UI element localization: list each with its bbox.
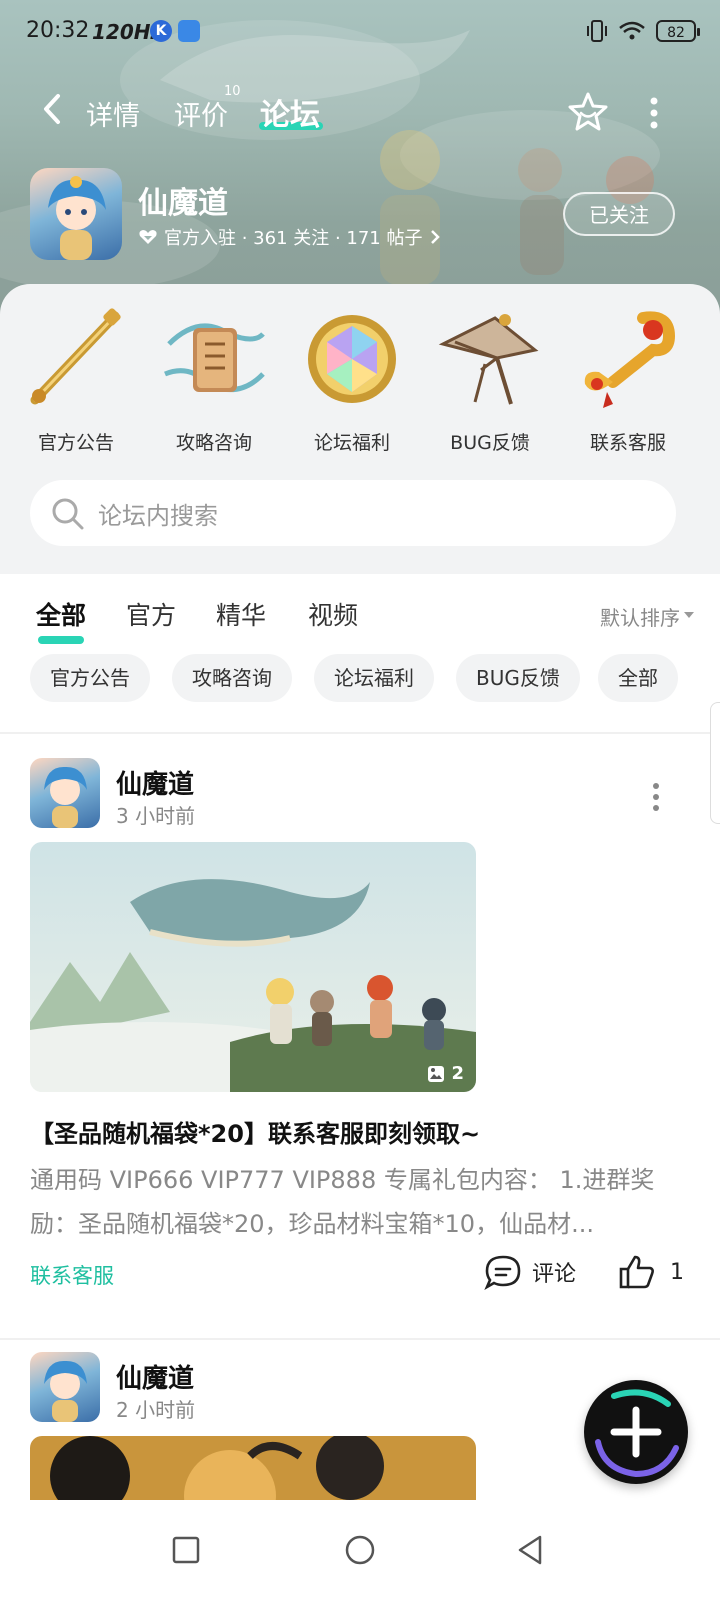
chip-official-announcement[interactable]: 官方公告 (30, 654, 150, 702)
post-card[interactable]: 仙魔道 3 小时前 2 【圣品随机福袋*20】联系客服即刻领取~ 通用码 VIP… (0, 758, 720, 1340)
forum-search-bar[interactable]: 论坛内搜索 (30, 480, 676, 546)
reviews-count-badge: 10 (224, 84, 241, 99)
notification-app-icon (178, 20, 200, 42)
edge-panel-handle[interactable] (710, 702, 720, 824)
top-navigation: 详情 评价 10 论坛 (0, 74, 720, 144)
author-avatar-art (44, 766, 87, 828)
category-label: 论坛福利 (313, 432, 390, 454)
game-title: 仙魔道 (138, 186, 228, 221)
wifi-icon (619, 21, 645, 40)
thumbs-up-icon (619, 1255, 654, 1289)
favorite-star-icon[interactable] (566, 90, 610, 134)
game-meta-text: 官方入驻 · 361 关注 · 171 帖子 (164, 228, 423, 249)
scroll-book-icon (164, 323, 265, 393)
more-options-icon[interactable] (646, 96, 662, 130)
author-avatar-art (44, 1360, 87, 1422)
category-bug-report[interactable]: BUG反馈 (420, 304, 560, 455)
chevron-right-icon (430, 230, 440, 244)
create-post-button[interactable] (584, 1380, 688, 1484)
comment-bubble-icon (484, 1255, 521, 1290)
status-right-icons: 82 (586, 18, 700, 44)
category-grid: 官方公告 攻略咨询 论坛福利 BUG反馈 联系客服 (0, 304, 720, 464)
category-strategy-inquiry[interactable]: 攻略咨询 (144, 304, 284, 455)
broken-umbrella-icon (438, 314, 539, 405)
post-separator (0, 1338, 720, 1340)
image-gallery-icon (428, 1065, 445, 1082)
post-author[interactable]: 仙魔道 (116, 1358, 194, 1395)
image-count: 2 (427, 1063, 464, 1084)
forum-category-panel: 官方公告 攻略咨询 论坛福利 BUG反馈 联系客服 论坛内搜索 (0, 284, 720, 574)
vibrate-icon (587, 20, 607, 42)
author-avatar[interactable] (30, 1352, 100, 1422)
post-time: 3 小时前 (116, 804, 196, 828)
official-heart-icon (139, 230, 157, 244)
crystal-gem-icon (308, 315, 396, 403)
feed-tab-featured[interactable]: 精华 (216, 596, 266, 632)
game-meta[interactable]: 官方入驻 · 361 关注 · 171 帖子 (138, 224, 441, 250)
search-placeholder: 论坛内搜索 (98, 502, 218, 530)
feed-tab-video[interactable]: 视频 (308, 596, 358, 632)
tab-reviews[interactable]: 评价 (174, 94, 228, 133)
back-arrow-icon[interactable] (38, 92, 68, 126)
follow-button[interactable]: 已关注 (563, 192, 675, 236)
author-avatar[interactable] (30, 758, 100, 828)
recent-apps-icon[interactable] (166, 1530, 206, 1570)
feed-tab-indicator (38, 636, 84, 644)
category-label: 联系客服 (589, 432, 666, 454)
post-image[interactable]: 2 (30, 842, 476, 1092)
comment-label: 评论 (532, 1262, 577, 1287)
ruyi-scepter-icon (584, 311, 676, 408)
status-time: 20:32 (26, 18, 90, 43)
tab-details[interactable]: 详情 (86, 94, 140, 133)
category-forum-benefits[interactable]: 论坛福利 (282, 304, 422, 455)
system-navigation-bar (0, 1500, 720, 1600)
back-triangle-icon[interactable] (510, 1530, 550, 1570)
feed-tab-all[interactable]: 全部 (36, 596, 86, 632)
sort-caret-icon (684, 612, 694, 618)
sort-dropdown[interactable]: 默认排序 (600, 602, 680, 631)
divider (0, 732, 720, 734)
like-count: 1 (670, 1259, 684, 1285)
chip-all[interactable]: 全部 (598, 654, 678, 702)
status-bar: 20:32 120Hz K 82 (0, 0, 720, 64)
battery-icon: 82 (656, 20, 700, 42)
image-count-text: 2 (451, 1063, 464, 1084)
game-avatar[interactable] (30, 168, 122, 260)
k-app-icon: K (150, 20, 172, 42)
post-author[interactable]: 仙魔道 (116, 764, 194, 801)
category-label: BUG反馈 (450, 432, 530, 454)
category-label: 攻略咨询 (175, 432, 252, 454)
chip-forum-benefits[interactable]: 论坛福利 (314, 654, 434, 702)
category-customer-service[interactable]: 联系客服 (558, 304, 698, 455)
post-tag[interactable]: 联系客服 (30, 1260, 114, 1290)
golden-staff-icon (30, 308, 121, 405)
category-official-announcement[interactable]: 官方公告 (6, 304, 146, 455)
home-icon[interactable] (340, 1530, 380, 1570)
like-button[interactable]: 1 (618, 1254, 684, 1290)
post-more-icon[interactable] (650, 780, 662, 814)
search-icon (52, 498, 84, 530)
chip-strategy-inquiry[interactable]: 攻略咨询 (172, 654, 292, 702)
feed-tabs: 全部 官方 精华 视频 默认排序 (0, 588, 720, 648)
category-label: 官方公告 (37, 432, 114, 454)
game-avatar-art (48, 176, 106, 260)
plus-icon (595, 1389, 679, 1478)
post-time: 2 小时前 (116, 1398, 196, 1422)
post-excerpt[interactable]: 通用码 VIP666 VIP777 VIP888 专属礼包内容： 1.进群奖励：… (30, 1158, 680, 1246)
post-image-illustration (30, 842, 476, 1092)
post-title[interactable]: 【圣品随机福袋*20】联系客服即刻领取~ (30, 1114, 480, 1149)
feed-tab-official[interactable]: 官方 (126, 596, 176, 632)
comment-button[interactable]: 评论 (484, 1254, 576, 1290)
chip-bug-report[interactable]: BUG反馈 (456, 654, 580, 702)
filter-chips: 官方公告 攻略咨询 论坛福利 BUG反馈 全部 (30, 654, 720, 704)
tab-forum[interactable]: 论坛 (260, 90, 320, 134)
